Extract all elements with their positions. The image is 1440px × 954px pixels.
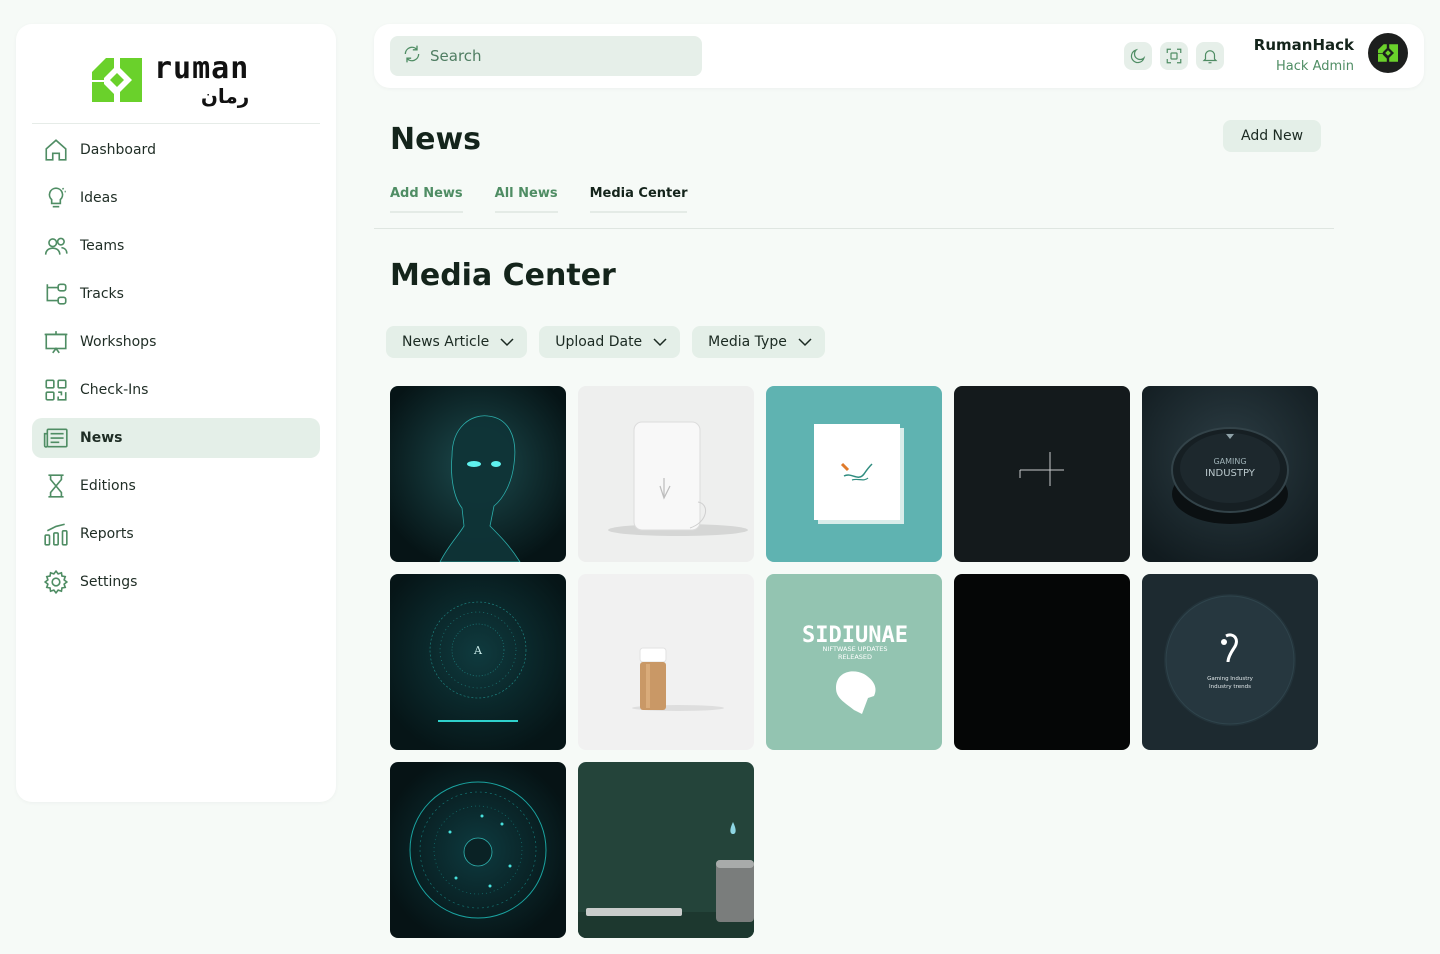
svg-text:GAMING: GAMING	[1213, 457, 1246, 466]
top-icons	[1124, 42, 1224, 70]
tab-media-center[interactable]: Media Center	[589, 186, 688, 213]
brand-name-ar: رمان	[200, 84, 250, 108]
sidebar-item-settings[interactable]: Settings	[32, 562, 320, 602]
user-role: Hack Admin	[1276, 59, 1354, 74]
media-tile-paper-card[interactable]	[766, 386, 942, 562]
section-title: Media Center	[390, 258, 616, 293]
qr-code-icon	[42, 376, 70, 404]
media-tile-neural-sphere[interactable]	[390, 762, 566, 938]
sidebar-item-label: Check-Ins	[80, 382, 149, 398]
lightbulb-icon	[42, 184, 70, 212]
sidebar-item-label: Ideas	[80, 190, 118, 206]
filter-label: Media Type	[708, 334, 787, 350]
filter-media-type[interactable]: Media Type	[692, 326, 825, 358]
sidebar-item-dashboard[interactable]: Dashboard	[32, 130, 320, 170]
presentation-icon	[42, 328, 70, 356]
user-info[interactable]: RumanHack Hack Admin	[1254, 36, 1354, 74]
svg-text:RELEASED: RELEASED	[838, 653, 872, 661]
sidebar-item-news[interactable]: News	[32, 418, 320, 458]
svg-text:NIFTWASE UPDATES: NIFTWASE UPDATES	[823, 645, 888, 653]
sidebar: ruman رمان Dashboard Ideas Teams Tracks …	[16, 24, 336, 802]
sidebar-item-label: Dashboard	[80, 142, 156, 158]
search-box[interactable]	[390, 36, 702, 76]
media-tile-green-room[interactable]	[578, 762, 754, 938]
sidebar-item-label: Tracks	[80, 286, 124, 302]
tab-add-news[interactable]: Add News	[390, 186, 463, 213]
sidebar-item-label: News	[80, 430, 123, 446]
svg-text:Industry trends: Industry trends	[1209, 684, 1251, 690]
sidebar-item-label: Reports	[80, 526, 134, 542]
sidebar-item-teams[interactable]: Teams	[32, 226, 320, 266]
chart-icon	[42, 520, 70, 548]
add-new-button[interactable]: Add New	[1223, 120, 1322, 152]
filter-news-article[interactable]: News Article	[386, 326, 528, 358]
chevron-down-icon	[500, 338, 514, 347]
bell-icon[interactable]	[1196, 42, 1224, 70]
avatar[interactable]	[1368, 33, 1408, 73]
moon-icon[interactable]	[1124, 42, 1152, 70]
chevron-down-icon	[798, 338, 812, 347]
sidebar-item-label: Teams	[80, 238, 125, 254]
sidebar-item-ideas[interactable]: Ideas	[32, 178, 320, 218]
svg-text:A: A	[473, 644, 483, 657]
filter-bar: News Article Upload Date Media Type	[386, 326, 825, 358]
hourglass-icon	[42, 472, 70, 500]
gear-icon	[42, 568, 70, 596]
brand-logo[interactable]: ruman رمان	[92, 54, 249, 106]
tracks-icon	[42, 280, 70, 308]
svg-text:INDUSTPY: INDUSTPY	[1205, 468, 1256, 479]
filter-label: News Article	[402, 334, 490, 350]
top-bar: RumanHack Hack Admin	[374, 24, 1424, 88]
media-tile-software-poster[interactable]: SIDIUNAE NIFTWASE UPDATES RELEASED	[766, 574, 942, 750]
media-tile-gaming-industry[interactable]: GAMING INDUSTPY	[1142, 386, 1318, 562]
sidebar-item-label: Workshops	[80, 334, 157, 350]
media-tile-black[interactable]	[954, 574, 1130, 750]
sidebar-item-reports[interactable]: Reports	[32, 514, 320, 554]
media-tile-white-device[interactable]	[578, 386, 754, 562]
filter-label: Upload Date	[555, 334, 643, 350]
users-icon	[42, 232, 70, 260]
brand-name-en: ruman	[154, 51, 250, 86]
ruman-logo-icon	[92, 58, 142, 102]
scan-icon[interactable]	[1160, 42, 1188, 70]
media-grid: GAMING INDUSTPY A SIDIUNAE NIFTWASE UPDA…	[390, 386, 1318, 938]
sidebar-divider	[32, 123, 320, 124]
sidebar-nav: Dashboard Ideas Teams Tracks Workshops C…	[32, 130, 320, 610]
sidebar-item-label: Editions	[80, 478, 136, 494]
chevron-down-icon	[653, 338, 667, 347]
sidebar-item-label: Settings	[80, 574, 138, 590]
newspaper-icon	[42, 424, 70, 452]
media-tile-dark-line[interactable]	[954, 386, 1130, 562]
home-icon	[42, 136, 70, 164]
ruman-logo-icon	[1378, 44, 1398, 62]
user-name: RumanHack	[1253, 36, 1354, 54]
media-tile-circuit-disc[interactable]: A	[390, 574, 566, 750]
svg-text:Gaming Industry: Gaming Industry	[1207, 676, 1254, 682]
news-tabs: Add News All News Media Center	[390, 186, 688, 213]
media-tile-dark-circle[interactable]: Gaming Industry Industry trends	[1142, 574, 1318, 750]
tabs-divider	[374, 228, 1334, 229]
search-refresh-icon	[402, 44, 422, 68]
filter-upload-date[interactable]: Upload Date	[539, 326, 681, 358]
page-title: News	[390, 122, 482, 157]
sidebar-item-tracks[interactable]: Tracks	[32, 274, 320, 314]
media-tile-ai-face[interactable]	[390, 386, 566, 562]
media-tile-wood-bottle[interactable]	[578, 574, 754, 750]
tab-all-news[interactable]: All News	[494, 186, 558, 213]
search-input[interactable]	[430, 47, 680, 65]
sidebar-item-check-ins[interactable]: Check-Ins	[32, 370, 320, 410]
sidebar-item-editions[interactable]: Editions	[32, 466, 320, 506]
sidebar-item-workshops[interactable]: Workshops	[32, 322, 320, 362]
